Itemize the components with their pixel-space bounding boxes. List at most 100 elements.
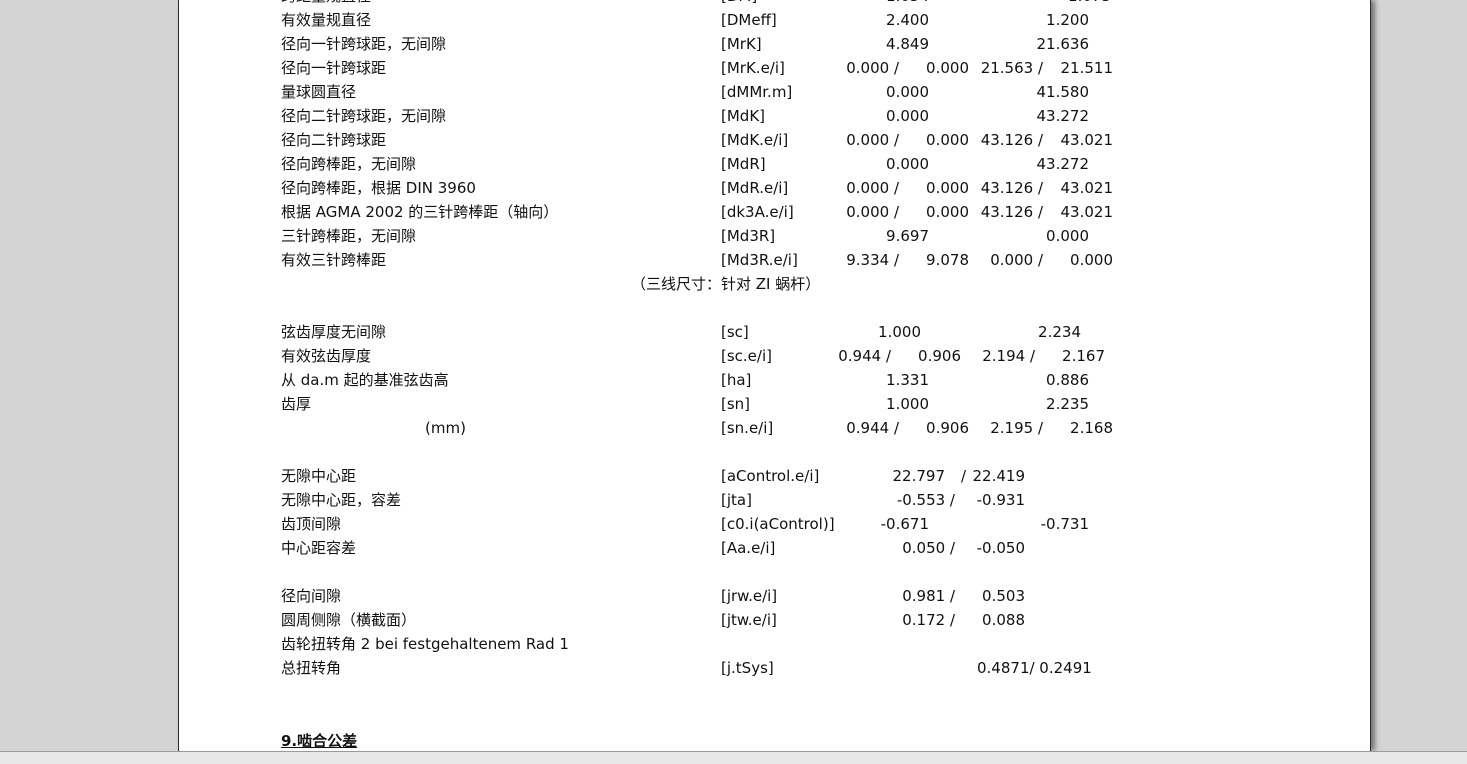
value-3: 2.234	[1038, 323, 1081, 341]
row-symbol: [MdK]	[721, 107, 766, 125]
value-2: 0.000	[926, 179, 969, 197]
table-row: 量球圆直径 [dMMr.m] 0.000 41.580	[179, 80, 1370, 104]
row-symbol: [jta]	[721, 491, 752, 509]
note-row: （三线尺寸：针对 ZI 蜗杆）	[179, 272, 1370, 296]
value-1: 1.331	[886, 371, 929, 389]
table-row: 有效弦齿厚度 [sc.e/i] 0.944 / 0.906 2.194 / 2.…	[179, 344, 1370, 368]
bottom-scroll-bar[interactable]	[0, 751, 1467, 764]
value-1: 9.334 /	[846, 251, 899, 269]
table-row: 弦齿厚度无间隙 [sc] 1.000 2.234	[179, 320, 1370, 344]
value-3: 1.073	[999, 0, 1111, 8]
row-label: (mm)	[425, 419, 466, 437]
row-symbol: [sc]	[721, 323, 749, 341]
document-page: 跨距量规直径 [DM] 1.034 1.073 有效量规直径 [DMeff] 2…	[178, 0, 1371, 751]
row-symbol: [ha]	[721, 371, 752, 389]
row-label: 中心距容差	[281, 539, 357, 557]
value-2: 0.000	[926, 131, 969, 149]
row-label: 径向二针跨球距	[281, 131, 387, 149]
table-row: 径向间隙 [jrw.e/i] 0.981 / 0.503	[179, 584, 1370, 608]
row-symbol: [MdR]	[721, 155, 766, 173]
row-symbol: [jrw.e/i]	[721, 587, 778, 605]
table-row: 三针跨棒距，无间隙 [Md3R] 9.697 0.000	[179, 224, 1370, 248]
row-symbol: [aControl.e/i]	[721, 467, 820, 485]
value-1: 22.797	[892, 467, 946, 485]
note-text: （三线尺寸：针对 ZI 蜗杆）	[631, 275, 821, 293]
value-1: 0.4871/ 0.2491	[977, 659, 1092, 677]
row-label: 齿顶间隙	[281, 515, 342, 533]
value-3: 21.563 /	[980, 59, 1043, 77]
row-symbol: [MdK.e/i]	[721, 131, 789, 149]
value-1: 1.000	[878, 323, 921, 341]
value-3: 21.636	[1036, 35, 1090, 53]
value-1: -0.553 /	[896, 491, 955, 509]
table-row: 径向跨棒距，根据 DIN 3960 [MdR.e/i] 0.000 / 0.00…	[179, 176, 1370, 200]
table-row: 从 da.m 起的基准弦齿高 [ha] 1.331 0.886	[179, 368, 1370, 392]
row-label: 齿厚	[281, 395, 312, 413]
value-4: 0.000	[1070, 251, 1113, 269]
value-2: 9.078	[926, 251, 969, 269]
row-symbol: [sc.e/i]	[721, 347, 772, 365]
table-row: 跨距量规直径 [DM] 1.034 1.073	[179, 0, 1370, 8]
row-symbol: [MrK.e/i]	[721, 59, 785, 77]
row-label: 径向一针跨球距	[281, 59, 387, 77]
value-1: 0.000 /	[846, 179, 899, 197]
value-4: 2.168	[1070, 419, 1113, 437]
value-4: 43.021	[1060, 203, 1114, 221]
value-2: 0.906	[918, 347, 961, 365]
value-1: 4.849	[886, 35, 929, 53]
value-2: 0.000	[926, 203, 969, 221]
value-1: 0.944 /	[846, 419, 899, 437]
value-1: 0.000	[886, 83, 929, 101]
value-2: 0.000	[926, 59, 969, 77]
table-row: 根据 AGMA 2002 的三针跨棒距（轴向） [dk3A.e/i] 0.000…	[179, 200, 1370, 224]
row-symbol: [jtw.e/i]	[721, 611, 777, 629]
row-label: 径向跨棒距，无间隙	[281, 155, 417, 173]
value-1: 0.981 /	[902, 587, 955, 605]
table-row: 总扭转角 [j.tSys] 0.4871/ 0.2491	[179, 656, 1370, 680]
row-label: 总扭转角	[281, 659, 342, 677]
row-label: 圆周侧隙（横截面）	[281, 611, 417, 629]
table-row: 径向跨棒距，无间隙 [MdR] 0.000 43.272	[179, 152, 1370, 176]
value-4: 43.021	[1060, 179, 1114, 197]
row-label: 有效量规直径	[281, 11, 372, 29]
value-1: 0.000 /	[846, 131, 899, 149]
row-symbol: [sn.e/i]	[721, 419, 774, 437]
value-3: -0.931	[976, 491, 1025, 509]
value-3: 0.503	[982, 587, 1025, 605]
value-1: 0.050 /	[902, 539, 955, 557]
value-4: 43.021	[1060, 131, 1114, 149]
value-3: 2.235	[1046, 395, 1089, 413]
row-symbol: [j.tSys]	[721, 659, 774, 677]
value-1: 1.000	[886, 395, 929, 413]
row-symbol: [Md3R.e/i]	[721, 251, 798, 269]
value-1: 0.000	[886, 155, 929, 173]
row-symbol: [Md3R]	[721, 227, 776, 245]
value-1: 0.000	[886, 107, 929, 125]
value-1: -0.671	[880, 515, 929, 533]
row-symbol: [sn]	[721, 395, 751, 413]
table-row: 径向二针跨球距 [MdK.e/i] 0.000 / 0.000 43.126 /…	[179, 128, 1370, 152]
value-3: 43.126 /	[980, 203, 1043, 221]
value-3: 2.195 /	[990, 419, 1043, 437]
row-label: 齿轮扭转角 2 bei festgehaltenem Rad 1	[281, 635, 569, 653]
row-label: 径向间隙	[281, 587, 342, 605]
table-row: 径向二针跨球距，无间隙 [MdK] 0.000 43.272	[179, 104, 1370, 128]
row-symbol: [Aa.e/i]	[721, 539, 776, 557]
row-label: 弦齿厚度无间隙	[281, 323, 387, 341]
row-label: 有效弦齿厚度	[281, 347, 372, 365]
row-symbol: [DM]	[721, 0, 757, 8]
value-1: 0.172 /	[902, 611, 955, 629]
row-label: 从 da.m 起的基准弦齿高	[281, 371, 449, 389]
section-heading-row: 9.啮合公差	[179, 729, 1370, 751]
value-3: 43.272	[1036, 155, 1090, 173]
value-1: 0.000 /	[846, 59, 899, 77]
table-row: 有效三针跨棒距 [Md3R.e/i] 9.334 / 9.078 0.000 /…	[179, 248, 1370, 272]
value-3: 43.272	[1036, 107, 1090, 125]
row-label: 径向二针跨球距，无间隙	[281, 107, 447, 125]
row-symbol: [DMeff]	[721, 11, 777, 29]
value-4: 21.511	[1060, 59, 1114, 77]
row-label: 跨距量规直径	[281, 0, 371, 8]
value-3: 43.126 /	[980, 179, 1043, 197]
value-1: 9.697	[886, 227, 929, 245]
row-symbol: [dMMr.m]	[721, 83, 793, 101]
